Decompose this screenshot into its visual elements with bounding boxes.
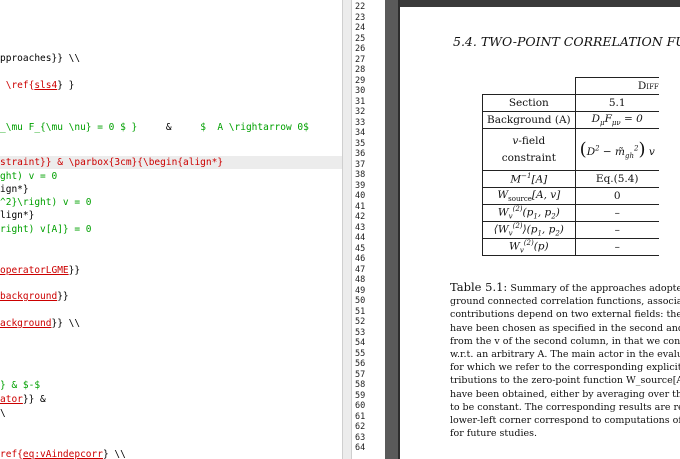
code-token: \ [0,408,6,419]
caption-line: ground connected correlation functions, … [450,296,680,308]
code-line[interactable]: ref{eq:vAindepcorr} \\ [0,448,126,459]
row-label: M−1[A] [482,170,576,188]
code-token: ref{ [0,449,23,459]
line-number-gutter: 22 23 24 25 26 27 28 29 30 31 32 33 34 35 36 37 38 39 40 41… [352,0,385,459]
table-5-1: Diff Section 5.1 Background (A) DμFμν = … [482,77,659,256]
row-label: Wsource[A, v] [482,187,576,205]
caption-label: Table 5.1: [450,280,508,294]
table-row: Wv(2)(p) – [482,238,659,256]
code-line[interactable]: ator}} & [0,393,46,406]
code-line[interactable]: ign*} [0,183,29,196]
caption-line: to be constant. The corresponding result… [450,401,680,413]
code-line[interactable]: \ref{sls4} } [0,79,75,92]
code-token: lign*} [0,210,35,221]
code-token: eq:vAindepcorr [22,449,103,459]
code-line[interactable]: lign*} [0,209,34,222]
row-label: v-field constraint [482,128,576,171]
code-token: } \\ [102,449,126,459]
row-value: – [574,221,659,239]
caption-line: have been chosen as specified in the sec… [450,322,680,334]
code-line[interactable]: ackground}} \\ [0,317,80,330]
table-row: Wv(2)(p1, p2) – [482,204,659,222]
page-top-edge [398,0,680,7]
code-token: }} & [22,394,46,405]
row-value: DμFμν = 0 [574,111,659,129]
code-line[interactable]: pproaches}} \\ [0,52,80,65]
pdf-preview-page[interactable]: 5.4. TWO-POINT CORRELATION FUNC Diff Sec… [398,0,680,459]
caption-line: have been obtained, either by averaging … [450,388,680,400]
code-token: }} \\ [51,318,81,329]
row-label: Wv(2)(p) [482,238,576,256]
caption-line: for future studies. [450,428,537,440]
code-token: operatorLGME [0,265,69,276]
table-row: M−1[A] Eq.(5.4) [482,170,659,188]
code-token: }} [68,265,81,276]
code-token: \ref{ [0,80,35,91]
pane-splitter[interactable] [342,0,352,459]
code-line[interactable]: } & $-$ [0,379,40,392]
caption-line: tributions to the zero-point function W_… [450,375,680,387]
code-token: sls4 [34,80,58,91]
code-token: right) v[A]} = 0 [0,224,92,235]
code-token: $ A \rightarrow 0$ [200,122,309,133]
code-line[interactable]: background}} [0,290,69,303]
code-token: _\mu F_{\mu \nu} = 0 $ } [0,122,138,133]
row-label: Section [482,94,576,112]
line-number: 64 [355,443,366,453]
row-value: Eq.(5.4) [574,170,659,188]
table-caption: Table 5.1: Summary of the approaches ado… [450,280,680,440]
latex-editor[interactable]: pproaches}} \\ \ref{sls4} } _\mu F_{\mu \… [0,0,342,459]
code-token: ator [0,394,23,405]
table-header-row: Diff [483,77,659,95]
row-label: Wv(2)(p1, p2) [482,204,576,222]
code-line[interactable]: ^2}\right) v = 0 [0,196,92,209]
caption-line: w.r.t. an arbitrary A. The main actor in… [450,349,680,361]
code-line[interactable]: operatorLGME}} [0,264,80,277]
code-token: ght) v = 0 [0,171,58,182]
code-token: } } [57,80,75,91]
table-header-partial: Diff [637,80,659,92]
caption-line: contributions depend on two external fie… [450,309,680,321]
table-row: Wsource[A, v] 0 [482,187,659,205]
caption-line: Summary of the approaches adopted [510,283,680,294]
row-value: – [574,238,659,256]
row-label: Background (A) [482,111,576,129]
code-line[interactable]: right) v[A]} = 0 [0,223,92,236]
code-token: & [137,122,201,133]
code-token: straint}} & \parbox{3cm}{\begin{align*} [0,157,224,168]
code-token: background [0,291,58,302]
code-token: ^2}\right) v = 0 [0,197,92,208]
table-row: ⟨Wv(2)⟩(p1, p2) – [482,221,659,239]
code-line[interactable]: _\mu F_{\mu \nu} = 0 $ } & $ A \rightarr… [0,121,309,134]
table-row: Section 5.1 [482,94,659,112]
row-label: ⟨Wv(2)⟩(p1, p2) [482,221,576,239]
code-token: pproaches}} \\ [0,53,81,64]
code-token: ign*} [0,184,29,195]
code-line[interactable]: \ [0,407,6,420]
code-token: } & $-$ [0,380,41,391]
table-row: Background (A) DμFμν = 0 [482,111,659,129]
code-token: ackground [0,318,52,329]
code-line[interactable]: ght) v = 0 [0,170,57,183]
row-value: (D2 − m̃gh2) v [574,128,659,171]
caption-line: for which we refer to the corresponding … [450,362,680,374]
row-value: – [574,204,659,222]
viewer-border [385,0,398,459]
row-value: 0 [574,187,659,205]
table-row: v-field constraint (D2 − m̃gh2) v [482,128,659,171]
page-left-edge [398,0,400,459]
running-head: 5.4. TWO-POINT CORRELATION FUNC [453,34,680,49]
code-token: }} [57,291,69,302]
code-line[interactable]: straint}} & \parbox{3cm}{\begin{align*} [0,156,223,169]
caption-line: lower-left corner correspond to computat… [450,415,680,427]
row-value: 5.1 [574,94,659,112]
caption-line: from the v of the second column, in that… [450,335,680,347]
